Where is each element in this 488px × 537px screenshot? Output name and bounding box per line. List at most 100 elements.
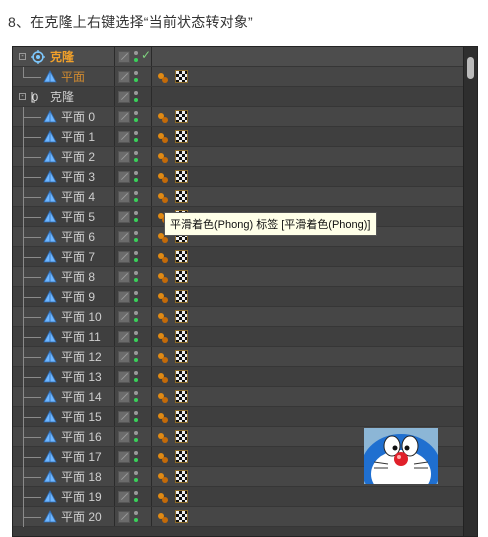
visibility-dots-icon[interactable] (134, 449, 139, 465)
material-tag-icon[interactable] (175, 410, 188, 423)
material-tag-icon[interactable] (175, 510, 188, 523)
tree-row-plane-child[interactable]: 平面 (13, 67, 463, 87)
object-name[interactable]: 平面 17 (61, 447, 102, 467)
object-name[interactable]: 平面 4 (61, 187, 95, 207)
phong-tag-icon[interactable] (157, 251, 169, 263)
object-name[interactable]: 平面 (61, 67, 85, 87)
scrollbar-thumb[interactable] (467, 57, 474, 79)
phong-tag-icon[interactable] (157, 131, 169, 143)
visibility-dots-icon[interactable] (134, 249, 139, 265)
layer-toggle-icon[interactable] (118, 371, 130, 383)
layer-toggle-icon[interactable] (118, 151, 130, 163)
visibility-dots-icon[interactable] (134, 389, 139, 405)
tree-row-plane[interactable]: 平面 3 (13, 167, 463, 187)
visibility-dots-icon[interactable] (134, 429, 139, 445)
tree-row-plane[interactable]: 平面 2 (13, 147, 463, 167)
visibility-dots-icon[interactable] (134, 149, 139, 165)
visibility-dots-icon[interactable] (134, 409, 139, 425)
layer-toggle-icon[interactable] (118, 431, 130, 443)
material-tag-icon[interactable] (175, 190, 188, 203)
object-name[interactable]: 平面 7 (61, 247, 95, 267)
object-name[interactable]: 平面 1 (61, 127, 95, 147)
visibility-dots-icon[interactable] (134, 89, 139, 105)
material-tag-icon[interactable] (175, 150, 188, 163)
visibility-dots-icon[interactable] (134, 109, 139, 125)
visibility-dots-icon[interactable] (134, 69, 139, 85)
object-name[interactable]: 平面 2 (61, 147, 95, 167)
visibility-dots-icon[interactable] (134, 269, 139, 285)
phong-tag-icon[interactable] (157, 111, 169, 123)
phong-tag-icon[interactable] (157, 491, 169, 503)
tree-row-plane[interactable]: 平面 0 (13, 107, 463, 127)
layer-toggle-icon[interactable] (118, 211, 130, 223)
phong-tag-icon[interactable] (157, 471, 169, 483)
material-tag-icon[interactable] (175, 70, 188, 83)
visibility-dots-icon[interactable] (134, 169, 139, 185)
material-tag-icon[interactable] (175, 390, 188, 403)
layer-toggle-icon[interactable] (118, 411, 130, 423)
visibility-dots-icon[interactable] (134, 129, 139, 145)
material-tag-icon[interactable] (175, 430, 188, 443)
object-name[interactable]: 平面 19 (61, 487, 102, 507)
material-tag-icon[interactable] (175, 170, 188, 183)
visibility-dots-icon[interactable] (134, 349, 139, 365)
expand-toggle-icon[interactable]: - (19, 93, 26, 100)
phong-tag-icon[interactable] (157, 331, 169, 343)
object-name[interactable]: 平面 9 (61, 287, 95, 307)
object-name[interactable]: 平面 16 (61, 427, 102, 447)
tree-row-plane[interactable]: 平面 20 (13, 507, 463, 527)
visibility-dots-icon[interactable] (134, 489, 139, 505)
object-name[interactable]: 克隆 (50, 47, 74, 67)
object-name[interactable]: 平面 20 (61, 507, 102, 527)
material-tag-icon[interactable] (175, 290, 188, 303)
layer-toggle-icon[interactable] (118, 511, 130, 523)
object-name[interactable]: 平面 5 (61, 207, 95, 227)
layer-toggle-icon[interactable] (118, 271, 130, 283)
phong-tag-icon[interactable] (157, 311, 169, 323)
material-tag-icon[interactable] (175, 310, 188, 323)
material-tag-icon[interactable] (175, 470, 188, 483)
layer-toggle-icon[interactable] (118, 491, 130, 503)
phong-tag-icon[interactable] (157, 351, 169, 363)
phong-tag-icon[interactable] (157, 451, 169, 463)
phong-tag-icon[interactable] (157, 271, 169, 283)
tree-row-plane[interactable]: 平面 10 (13, 307, 463, 327)
tree-row-plane[interactable]: 平面 12 (13, 347, 463, 367)
object-name[interactable]: 平面 8 (61, 267, 95, 287)
tree-row-plane[interactable]: 平面 9 (13, 287, 463, 307)
layer-toggle-icon[interactable] (118, 231, 130, 243)
material-tag-icon[interactable] (175, 490, 188, 503)
expand-toggle-icon[interactable]: - (19, 53, 26, 60)
visibility-dots-icon[interactable] (134, 309, 139, 325)
material-tag-icon[interactable] (175, 350, 188, 363)
material-tag-icon[interactable] (175, 250, 188, 263)
layer-toggle-icon[interactable] (118, 91, 130, 103)
visibility-dots-icon[interactable] (134, 329, 139, 345)
vertical-scrollbar[interactable] (463, 47, 477, 536)
tree-row-plane[interactable]: 平面 15 (13, 407, 463, 427)
layer-toggle-icon[interactable] (118, 191, 130, 203)
layer-toggle-icon[interactable] (118, 51, 130, 63)
phong-tag-icon[interactable] (157, 391, 169, 403)
tree-row-plane[interactable]: 平面 14 (13, 387, 463, 407)
phong-tag-icon[interactable] (157, 151, 169, 163)
phong-tag-icon[interactable] (157, 191, 169, 203)
object-name[interactable]: 平面 15 (61, 407, 102, 427)
enabled-check-icon[interactable]: ✓ (141, 48, 151, 62)
object-name[interactable]: 平面 14 (61, 387, 102, 407)
object-name[interactable]: 平面 18 (61, 467, 102, 487)
tree-row-plane[interactable]: 平面 11 (13, 327, 463, 347)
layer-toggle-icon[interactable] (118, 71, 130, 83)
visibility-dots-icon[interactable] (134, 289, 139, 305)
phong-tag-icon[interactable] (157, 411, 169, 423)
object-name[interactable]: 平面 6 (61, 227, 95, 247)
material-tag-icon[interactable] (175, 110, 188, 123)
layer-toggle-icon[interactable] (118, 291, 130, 303)
material-tag-icon[interactable] (175, 130, 188, 143)
material-tag-icon[interactable] (175, 330, 188, 343)
object-name[interactable]: 平面 3 (61, 167, 95, 187)
layer-toggle-icon[interactable] (118, 311, 130, 323)
object-name[interactable]: 平面 10 (61, 307, 102, 327)
layer-toggle-icon[interactable] (118, 451, 130, 463)
tree-row-plane[interactable]: 平面 7 (13, 247, 463, 267)
